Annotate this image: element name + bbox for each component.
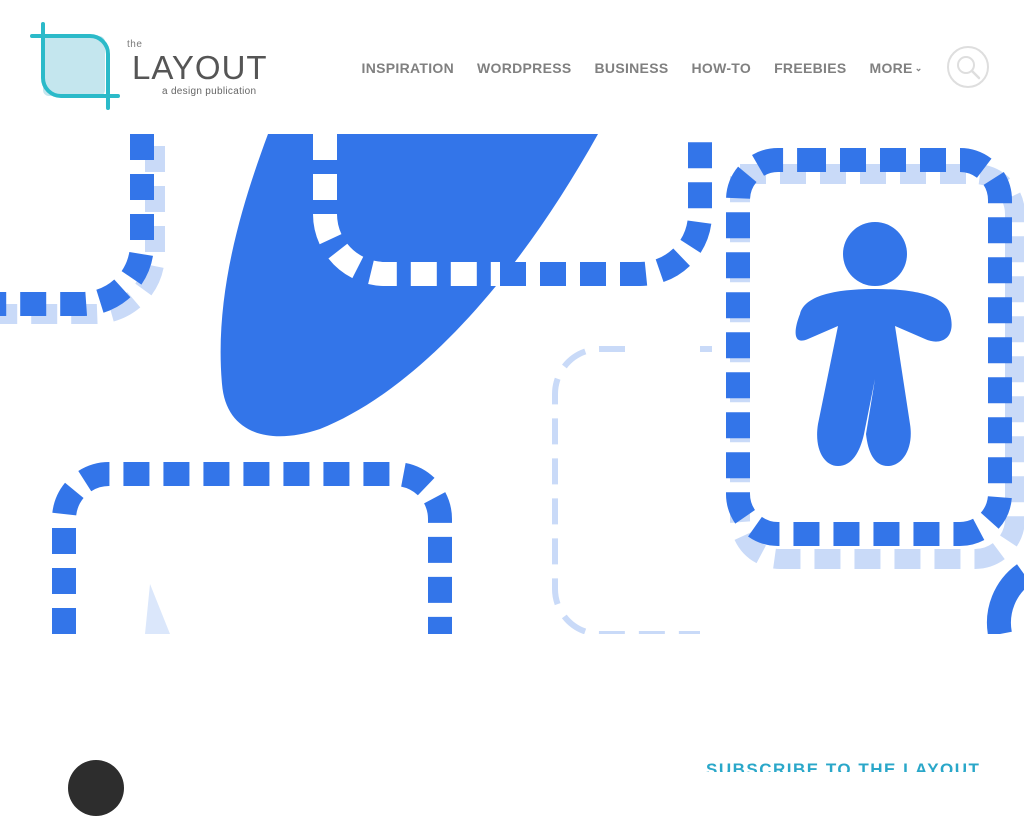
nav-item-freebies[interactable]: FREEBIES	[763, 58, 858, 78]
nav-item-business[interactable]: BUSINESS	[583, 58, 680, 78]
chevron-down-icon: ⌄	[914, 63, 923, 73]
crop-logo-icon	[30, 22, 120, 110]
nav-item-more[interactable]: MORE ⌄	[858, 58, 934, 78]
dashed-path-illustration	[0, 134, 1024, 634]
nav-item-inspiration[interactable]: INSPIRATION	[350, 58, 466, 78]
subscribe-heading-wrapper: SUBSCRIBE TO THE LAYOUT	[706, 758, 996, 772]
logo-tagline: a design publication	[162, 86, 257, 97]
search-icon	[957, 56, 981, 80]
search-button[interactable]	[947, 46, 989, 88]
nav-item-label: FREEBIES	[774, 60, 847, 76]
nav-item-label: BUSINESS	[594, 60, 669, 76]
content-area	[0, 634, 1024, 768]
logo-name-text: LAYOUT	[132, 49, 268, 86]
site-logo[interactable]: the LAYOUT a design publication	[30, 22, 280, 114]
author-avatar[interactable]	[68, 760, 124, 816]
person-icon	[795, 222, 952, 466]
subscribe-heading: SUBSCRIBE TO THE LAYOUT	[706, 760, 981, 772]
nav-item-how-to[interactable]: HOW-TO	[680, 58, 763, 78]
site-header: the LAYOUT a design publication INSPIRAT…	[0, 0, 1024, 134]
nav-item-label: MORE	[869, 60, 913, 76]
main-nav: INSPIRATION WORDPRESS BUSINESS HOW-TO FR…	[350, 58, 934, 78]
nav-item-label: INSPIRATION	[361, 60, 454, 76]
nav-item-wordpress[interactable]: WORDPRESS	[466, 58, 584, 78]
hero-illustration	[0, 134, 1024, 634]
nav-item-label: WORDPRESS	[477, 60, 572, 76]
nav-item-label: HOW-TO	[691, 60, 752, 76]
